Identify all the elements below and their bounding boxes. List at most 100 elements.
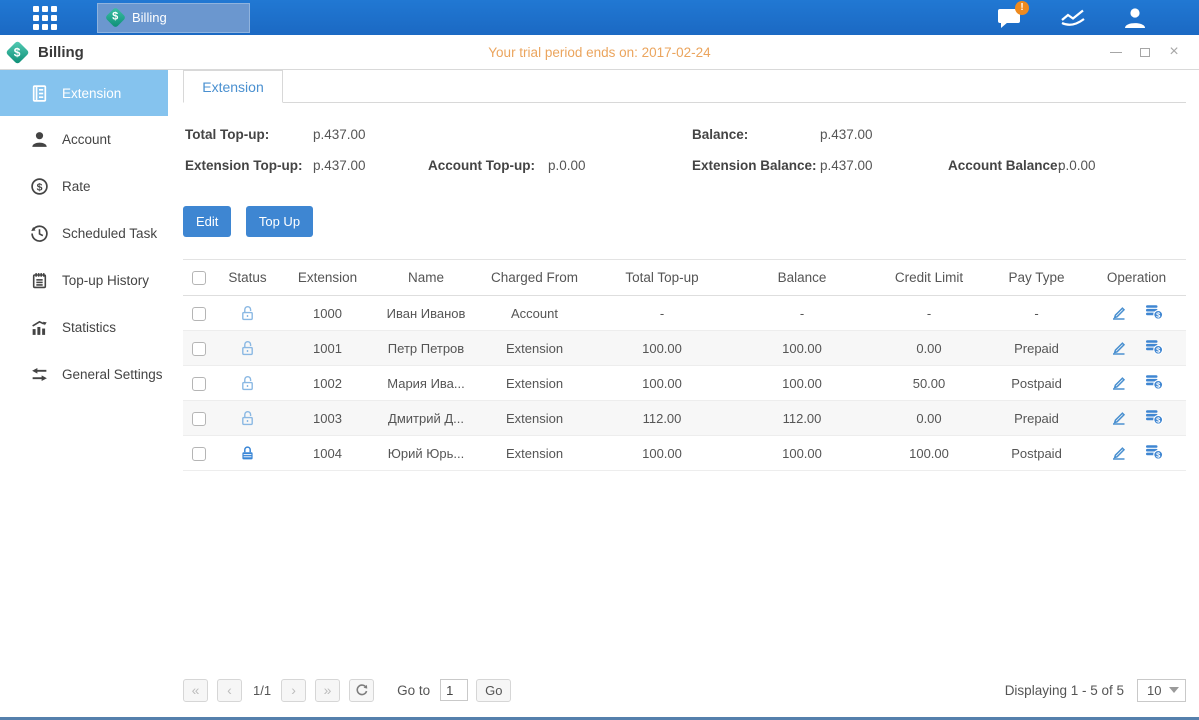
account-balance-value: p.0.00 — [1058, 158, 1096, 173]
edit-row-icon[interactable] — [1110, 338, 1128, 359]
cell-credit-limit: 0.00 — [872, 401, 986, 436]
cell-extension: 1004 — [280, 436, 375, 471]
billing-app-tab[interactable]: $ Billing — [97, 3, 250, 33]
sidebar-item-statistics[interactable]: Statistics — [0, 304, 168, 351]
unlock-icon — [239, 339, 256, 354]
page-size-value: 10 — [1147, 683, 1161, 698]
goto-page-input[interactable] — [440, 679, 468, 701]
topup-row-icon[interactable]: $ — [1144, 408, 1164, 428]
cell-extension: 1001 — [280, 331, 375, 366]
page-indicator: 1/1 — [253, 683, 271, 698]
column-header-credit-limit: Credit Limit — [872, 260, 986, 296]
row-checkbox[interactable] — [192, 307, 206, 321]
cell-charged-from: Extension — [477, 401, 592, 436]
edit-row-icon[interactable] — [1110, 443, 1128, 464]
refresh-icon[interactable] — [349, 679, 374, 702]
statistics-icon — [30, 318, 49, 337]
cell-total-topup: 100.00 — [592, 331, 732, 366]
app-grid-icon[interactable] — [33, 6, 57, 30]
cell-balance: 112.00 — [732, 401, 872, 436]
next-page-button[interactable]: › — [281, 679, 306, 702]
extension-topup-label: Extension Top-up: — [185, 158, 303, 173]
cell-total-topup: 100.00 — [592, 436, 732, 471]
column-header-charged-from: Charged From — [477, 260, 592, 296]
cell-balance: 100.00 — [732, 366, 872, 401]
sidebar-item-label: Account — [62, 132, 111, 147]
row-checkbox[interactable] — [192, 412, 206, 426]
table-header-row: Status Extension Name Charged From Total… — [183, 260, 1186, 296]
close-button[interactable]: × — [1167, 46, 1181, 58]
unlock-icon — [239, 409, 256, 424]
user-account-icon[interactable] — [1119, 6, 1151, 30]
edit-button[interactable]: Edit — [183, 206, 231, 237]
messages-icon[interactable]: ! — [995, 6, 1027, 30]
cell-name: Юрий Юрь... — [375, 436, 477, 471]
sidebar-item-label: Rate — [62, 179, 91, 194]
sidebar-item-topup-history[interactable]: Top-up History — [0, 257, 168, 304]
billing-app-tab-label: Billing — [132, 10, 167, 25]
edit-row-icon[interactable] — [1110, 408, 1128, 429]
maximize-button[interactable] — [1138, 46, 1152, 58]
general-settings-icon — [30, 365, 49, 384]
svg-text:$: $ — [37, 181, 43, 193]
cell-charged-from: Extension — [477, 366, 592, 401]
tab-extension[interactable]: Extension — [183, 70, 283, 103]
sidebar-item-label: General Settings — [62, 367, 163, 382]
pagination-bar: « ‹ 1/1 › » Go to Go Displaying 1 - 5 of… — [183, 671, 1186, 717]
sidebar-item-label: Statistics — [62, 320, 116, 335]
goto-label: Go to — [397, 683, 430, 698]
top-up-button[interactable]: Top Up — [246, 206, 313, 237]
sidebar-item-label: Top-up History — [62, 273, 149, 288]
topup-row-icon[interactable]: $ — [1144, 443, 1164, 463]
cell-balance: 100.00 — [732, 331, 872, 366]
edit-row-icon[interactable] — [1110, 373, 1128, 394]
cell-pay-type: Prepaid — [986, 401, 1087, 436]
cell-credit-limit: - — [872, 296, 986, 331]
cell-credit-limit: 0.00 — [872, 331, 986, 366]
sidebar-item-scheduled-task[interactable]: Scheduled Task — [0, 210, 168, 257]
cell-pay-type: Postpaid — [986, 366, 1087, 401]
total-topup-value: p.437.00 — [313, 127, 366, 142]
edit-row-icon[interactable] — [1110, 303, 1128, 324]
sidebar-item-label: Scheduled Task — [62, 226, 157, 241]
window-title-bar: $ Billing Your trial period ends on: 201… — [0, 35, 1199, 70]
cell-balance: - — [732, 296, 872, 331]
sidebar-item-rate[interactable]: $ Rate — [0, 163, 168, 210]
cell-extension: 1000 — [280, 296, 375, 331]
last-page-button[interactable]: » — [315, 679, 340, 702]
cell-credit-limit: 50.00 — [872, 366, 986, 401]
go-button[interactable]: Go — [476, 679, 511, 702]
extension-balance-value: p.437.00 — [820, 158, 873, 173]
minimize-button[interactable] — [1109, 46, 1123, 58]
extension-topup-value: p.437.00 — [313, 158, 366, 173]
row-checkbox[interactable] — [192, 377, 206, 391]
balance-label: Balance: — [692, 127, 748, 142]
rate-icon: $ — [30, 177, 49, 196]
table-row: 1001Петр ПетровExtension100.00100.000.00… — [183, 331, 1186, 366]
select-all-header — [183, 260, 215, 296]
account-balance-label: Account Balance: — [948, 158, 1062, 173]
row-checkbox[interactable] — [192, 447, 206, 461]
select-all-checkbox[interactable] — [192, 271, 206, 285]
row-checkbox[interactable] — [192, 342, 206, 356]
topup-row-icon[interactable]: $ — [1144, 303, 1164, 323]
topup-row-icon[interactable]: $ — [1144, 338, 1164, 358]
column-header-extension: Extension — [280, 260, 375, 296]
sidebar-item-general-settings[interactable]: General Settings — [0, 351, 168, 398]
cell-total-topup: - — [592, 296, 732, 331]
topup-row-icon[interactable]: $ — [1144, 373, 1164, 393]
sidebar-item-extension[interactable]: Extension — [0, 70, 168, 116]
statistics-chart-icon[interactable] — [1057, 6, 1089, 30]
sidebar-item-account[interactable]: Account — [0, 116, 168, 163]
total-topup-label: Total Top-up: — [185, 127, 269, 142]
billing-app-window: $ Billing ! $ Billing Your trial period … — [0, 0, 1199, 720]
window-title: Billing — [38, 44, 84, 61]
cell-total-topup: 100.00 — [592, 366, 732, 401]
first-page-button[interactable]: « — [183, 679, 208, 702]
sidebar: Extension Account $ Rate Scheduled Task … — [0, 70, 168, 717]
cell-charged-from: Extension — [477, 331, 592, 366]
prev-page-button[interactable]: ‹ — [217, 679, 242, 702]
page-size-dropdown[interactable]: 10 — [1137, 679, 1186, 702]
table-row: 1000Иван ИвановAccount----$ — [183, 296, 1186, 331]
cell-balance: 100.00 — [732, 436, 872, 471]
